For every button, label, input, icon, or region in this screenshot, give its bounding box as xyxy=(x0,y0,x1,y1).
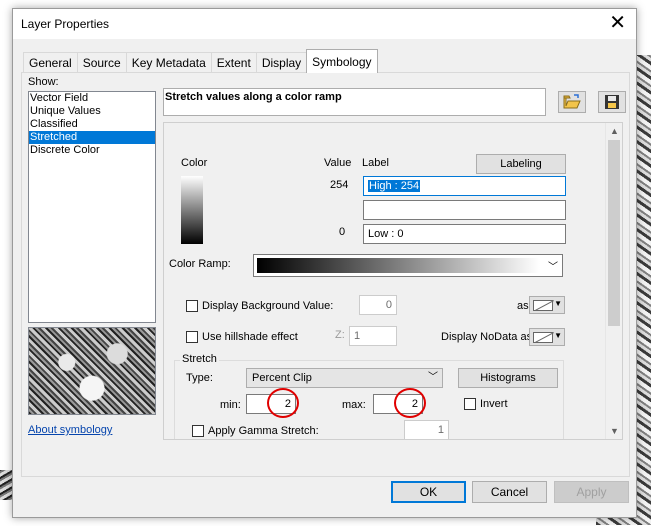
stretch-type-dropdown[interactable]: Percent Clip ﹀ xyxy=(246,368,443,388)
color-column-header: Color xyxy=(181,157,208,169)
color-ramp-dropdown[interactable]: ﹀ xyxy=(253,254,563,277)
color-swatch-icon xyxy=(533,332,553,343)
invert-checkbox[interactable] xyxy=(464,398,476,410)
close-icon[interactable]: ✕ xyxy=(609,12,626,34)
background-value-input[interactable]: 0 xyxy=(359,295,397,315)
low-label-input[interactable]: Low : 0 xyxy=(363,224,566,244)
high-label-text: High : 254 xyxy=(368,180,421,192)
high-value: 254 xyxy=(330,179,349,191)
scroll-thumb[interactable] xyxy=(608,140,620,326)
value-column-header: Value xyxy=(324,157,352,169)
background-color-dropdown[interactable]: ▼ xyxy=(529,296,565,314)
layer-properties-dialog: Layer Properties ✕ General Source Key Me… xyxy=(12,8,637,518)
window-title: Layer Properties xyxy=(21,17,110,31)
save-icon xyxy=(605,95,619,109)
open-folder-button[interactable] xyxy=(558,91,586,113)
color-ramp-label: Color Ramp: xyxy=(169,258,231,270)
color-ramp-preview xyxy=(257,258,540,273)
max-label: max: xyxy=(342,399,366,411)
gamma-checkbox[interactable] xyxy=(192,425,204,437)
z-factor-label: Z: xyxy=(335,329,345,341)
nodata-label: Display NoData as xyxy=(441,331,533,343)
title-bar[interactable]: Layer Properties ✕ xyxy=(13,9,636,39)
scroll-down-icon[interactable]: ▼ xyxy=(606,423,622,439)
labeling-button[interactable]: Labeling xyxy=(476,154,566,174)
stretch-group-title: Stretch xyxy=(180,353,219,365)
nodata-color-dropdown[interactable]: ▼ xyxy=(529,328,565,346)
histograms-button[interactable]: Histograms xyxy=(458,368,558,388)
stretch-type-label: Type: xyxy=(186,372,213,384)
low-value: 0 xyxy=(339,226,346,238)
background-value-checkbox[interactable] xyxy=(186,300,198,312)
hillshade-label: Use hillshade effect xyxy=(202,331,298,343)
show-label: Show: xyxy=(28,76,59,88)
color-swatch[interactable] xyxy=(181,176,203,244)
renderer-description: Stretch values along a color ramp xyxy=(165,91,342,103)
annotation-circle-min xyxy=(267,388,299,418)
hillshade-checkbox[interactable] xyxy=(186,331,198,343)
show-item-unique-values[interactable]: Unique Values xyxy=(29,105,155,118)
invert-label: Invert xyxy=(480,398,508,410)
dropdown-arrow-icon: ▼ xyxy=(554,331,562,340)
tab-display[interactable]: Display xyxy=(255,52,308,73)
stretched-settings-area: Color Value Label Labeling 254 High : 25… xyxy=(163,122,623,440)
chevron-down-icon: ﹀ xyxy=(548,262,558,273)
dropdown-arrow-icon: ▼ xyxy=(554,299,562,308)
show-item-vector-field[interactable]: Vector Field xyxy=(29,92,155,105)
symbology-panel: Show: Vector Field Unique Values Classif… xyxy=(21,72,630,477)
show-item-discrete-color[interactable]: Discrete Color xyxy=(29,144,155,157)
show-list[interactable]: Vector Field Unique Values Classified St… xyxy=(28,91,156,323)
ok-button[interactable]: OK xyxy=(391,481,466,503)
z-factor-input[interactable]: 1 xyxy=(349,326,397,346)
tab-extent[interactable]: Extent xyxy=(210,52,257,73)
label-column-header: Label xyxy=(362,157,389,169)
save-button[interactable] xyxy=(598,91,626,113)
mid-label-input[interactable] xyxy=(363,200,566,220)
show-item-classified[interactable]: Classified xyxy=(29,118,155,131)
tab-source[interactable]: Source xyxy=(76,52,127,73)
gamma-label: Apply Gamma Stretch: xyxy=(208,425,319,437)
tab-general[interactable]: General xyxy=(23,52,78,73)
stretch-type-value: Percent Clip xyxy=(252,372,312,384)
tab-symbology[interactable]: Symbology xyxy=(306,49,378,73)
about-symbology-link[interactable]: About symbology xyxy=(28,424,112,436)
annotation-circle-max xyxy=(394,388,426,418)
background-as-label: as xyxy=(517,300,529,312)
apply-button[interactable]: Apply xyxy=(554,481,629,503)
symbology-preview-image xyxy=(28,327,156,415)
color-swatch-icon xyxy=(533,300,553,311)
min-label: min: xyxy=(220,399,241,411)
content-scrollbar[interactable]: ▲ ▼ xyxy=(605,123,622,439)
tab-strip: General Source Key Metadata Extent Displ… xyxy=(23,49,378,73)
renderer-description-box: Stretch values along a color ramp xyxy=(163,88,546,116)
high-label-input[interactable]: High : 254 xyxy=(363,176,566,196)
chevron-down-icon: ﹀ xyxy=(428,372,438,383)
show-item-stretched[interactable]: Stretched xyxy=(29,131,155,144)
cancel-button[interactable]: Cancel xyxy=(472,481,547,503)
gamma-input[interactable]: 1 xyxy=(404,420,449,439)
folder-open-icon xyxy=(563,94,581,109)
tab-key-metadata[interactable]: Key Metadata xyxy=(125,52,212,73)
background-value-label: Display Background Value: xyxy=(202,300,334,312)
scroll-up-icon[interactable]: ▲ xyxy=(606,123,622,139)
